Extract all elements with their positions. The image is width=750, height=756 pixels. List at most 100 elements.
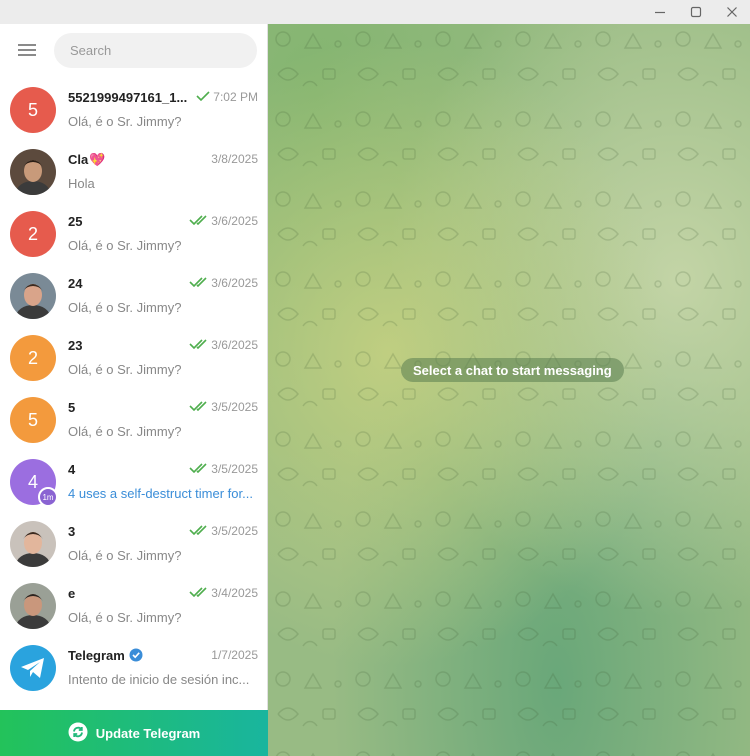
chat-meta: 3/5/2025: [189, 524, 258, 538]
chat-name: 25: [68, 214, 188, 229]
double-check-icon: [189, 338, 208, 352]
chat-time: 3/6/2025: [211, 214, 258, 228]
chat-name: 23: [68, 338, 188, 353]
chat-list-item[interactable]: 2 23 3/6/2025 Olá, é o Sr. Jimmy?: [0, 327, 268, 389]
double-check-icon: [189, 462, 208, 476]
avatar: [10, 521, 56, 567]
chat-time: 3/5/2025: [211, 524, 258, 538]
chat-meta: 3/5/2025: [189, 462, 258, 476]
double-check-icon: [189, 214, 208, 228]
maximize-icon[interactable]: [678, 0, 714, 24]
chat-meta: 3/6/2025: [189, 276, 258, 290]
chat-list-item[interactable]: Cla💖 3/8/2025 Hola: [0, 141, 268, 203]
title-bar: [0, 0, 750, 24]
chat-meta: 3/8/2025: [211, 152, 258, 166]
chat-sidebar: 5 5521999497161_1... 7:02 PM Olá, é o Sr. J…: [0, 24, 268, 756]
hamburger-menu-icon[interactable]: [14, 40, 42, 60]
chat-list-item[interactable]: 24 3/6/2025 Olá, é o Sr. Jimmy?: [0, 265, 268, 327]
chat-name: 3: [68, 524, 188, 539]
chat-time: 3/6/2025: [211, 338, 258, 352]
chat-name: e: [68, 586, 188, 601]
chat-time: 7:02 PM: [213, 90, 258, 104]
timer-badge-label: 1m: [42, 492, 54, 502]
avatar-initial: 5: [27, 99, 38, 120]
double-check-icon: [189, 276, 208, 290]
chat-meta: 3/6/2025: [189, 338, 258, 352]
chat-time: 3/6/2025: [211, 276, 258, 290]
chat-name-text: Cla: [68, 152, 89, 167]
chat-name-text: 23: [68, 338, 83, 353]
chat-meta: 3/6/2025: [189, 214, 258, 228]
double-check-icon: [189, 586, 208, 600]
chat-name-text: 4: [68, 462, 76, 477]
update-telegram-label: Update Telegram: [95, 725, 201, 741]
chat-meta: 1/7/2025: [211, 648, 258, 662]
chat-list-item[interactable]: 3 3/5/2025 Olá, é o Sr. Jimmy?: [0, 513, 268, 575]
check-icon: [196, 90, 210, 104]
chat-list-item[interactable]: 4 1m 4 3/5/2025 4 uses a self-destruct timer…: [0, 451, 268, 513]
chat-name: Cla💖: [68, 152, 188, 168]
chat-preview: Olá, é o Sr. Jimmy?: [68, 114, 182, 129]
chat-meta: 7:02 PM: [196, 90, 258, 104]
verified-icon: [129, 648, 143, 665]
telegram-logo-icon: [10, 645, 56, 691]
chat-name-text: 5: [68, 400, 76, 415]
chat-list-item[interactable]: Telegram 1/7/2025 Intento de inicio de ses…: [0, 637, 268, 699]
chat-preview: Hola: [68, 176, 95, 191]
chat-name-text: 25: [68, 214, 83, 229]
chat-preview: Intento de inicio de sesión inc...: [68, 672, 250, 687]
minimize-icon[interactable]: [642, 0, 678, 24]
avatar: [10, 273, 56, 319]
chat-preview: 4 uses a self-destruct timer for...: [68, 486, 253, 501]
avatar-initial: 2: [27, 347, 38, 368]
chat-list-item[interactable]: e 3/4/2025 Olá, é o Sr. Jimmy?: [0, 575, 268, 637]
avatar: 2: [10, 211, 56, 257]
chat-time: 3/5/2025: [211, 400, 258, 414]
chat-meta: 3/5/2025: [189, 400, 258, 414]
avatar-initial: 4: [27, 471, 38, 492]
chat-preview: Olá, é o Sr. Jimmy?: [68, 548, 182, 563]
chat-preview: Olá, é o Sr. Jimmy?: [68, 362, 182, 377]
chat-name: 5521999497161_1...: [68, 90, 188, 105]
avatar: 2: [10, 335, 56, 381]
chat-time: 3/5/2025: [211, 462, 258, 476]
doodle-background-pattern: [268, 24, 750, 756]
chat-name: 24: [68, 276, 188, 291]
sparkling-heart-emoji: 💖: [89, 152, 106, 167]
chat-time: 3/8/2025: [211, 152, 258, 166]
chat-time: 1/7/2025: [211, 648, 258, 662]
chat-name-text: 5521999497161_1...: [68, 90, 188, 105]
chat-name-text: 24: [68, 276, 83, 291]
chat-area: Select a chat to start messaging: [268, 24, 750, 756]
empty-state-message: Select a chat to start messaging: [401, 358, 624, 382]
double-check-icon: [189, 524, 208, 538]
avatar: 5: [10, 87, 56, 133]
search-box[interactable]: [54, 33, 257, 68]
chat-list: 5 5521999497161_1... 7:02 PM Olá, é o Sr. J…: [0, 79, 268, 699]
avatar: [10, 149, 56, 195]
avatar-initial: 5: [27, 409, 38, 430]
avatar: [10, 583, 56, 629]
chat-preview: Olá, é o Sr. Jimmy?: [68, 610, 182, 625]
chat-list-item[interactable]: 5 5 3/5/2025 Olá, é o Sr. Jimmy?: [0, 389, 268, 451]
chat-name-text: 3: [68, 524, 76, 539]
chat-preview: Olá, é o Sr. Jimmy?: [68, 238, 182, 253]
self-destruct-timer-icon: 1m: [38, 487, 58, 507]
chat-list-item[interactable]: 2 25 3/6/2025 Olá, é o Sr. Jimmy?: [0, 203, 268, 265]
chat-name-text: Telegram: [68, 648, 125, 663]
double-check-icon: [189, 400, 208, 414]
refresh-icon: [68, 722, 88, 745]
search-input[interactable]: [70, 43, 240, 58]
chat-name: Telegram: [68, 648, 188, 665]
chat-name: 4: [68, 462, 188, 477]
chat-preview: Olá, é o Sr. Jimmy?: [68, 300, 182, 315]
chat-meta: 3/4/2025: [189, 586, 258, 600]
chat-time: 3/4/2025: [211, 586, 258, 600]
avatar: 5: [10, 397, 56, 443]
update-telegram-button[interactable]: Update Telegram: [0, 710, 268, 756]
avatar-initial: 2: [27, 223, 38, 244]
chat-list-item[interactable]: 5 5521999497161_1... 7:02 PM Olá, é o Sr. J…: [0, 79, 268, 141]
close-icon[interactable]: [714, 0, 750, 24]
chat-name-text: e: [68, 586, 76, 601]
chat-name: 5: [68, 400, 188, 415]
